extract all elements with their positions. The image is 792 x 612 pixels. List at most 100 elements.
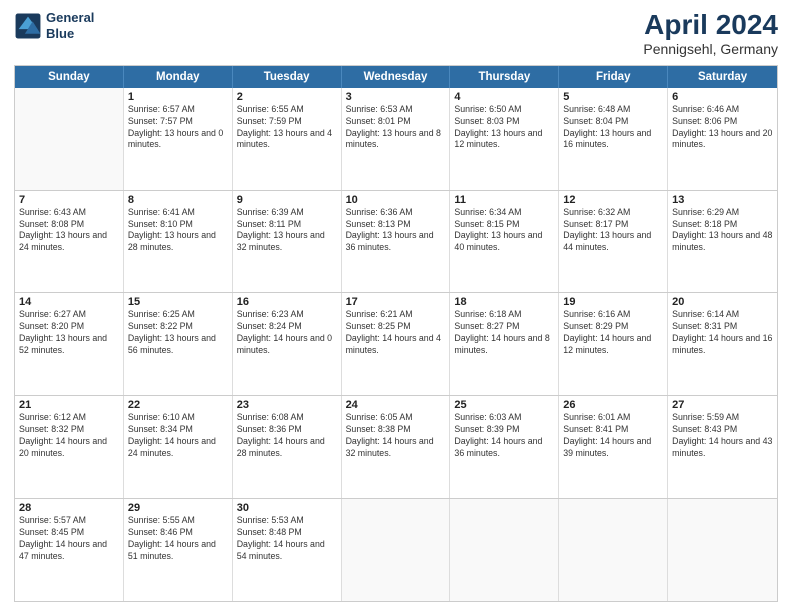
- day-number: 10: [346, 194, 446, 206]
- calendar-header: SundayMondayTuesdayWednesdayThursdayFrid…: [15, 66, 777, 88]
- calendar-cell: 23Sunrise: 6:08 AMSunset: 8:36 PMDayligh…: [233, 396, 342, 498]
- calendar-cell: 29Sunrise: 5:55 AMSunset: 8:46 PMDayligh…: [124, 499, 233, 601]
- logo-text: General Blue: [46, 10, 94, 41]
- day-number: 1: [128, 91, 228, 103]
- cell-info: Sunrise: 6:16 AMSunset: 8:29 PMDaylight:…: [563, 309, 663, 357]
- logo-line1: General: [46, 10, 94, 26]
- cell-info: Sunrise: 6:48 AMSunset: 8:04 PMDaylight:…: [563, 104, 663, 152]
- calendar-cell: 6Sunrise: 6:46 AMSunset: 8:06 PMDaylight…: [668, 88, 777, 190]
- day-number: 8: [128, 194, 228, 206]
- calendar-week-2: 7Sunrise: 6:43 AMSunset: 8:08 PMDaylight…: [15, 190, 777, 293]
- cell-info: Sunrise: 6:32 AMSunset: 8:17 PMDaylight:…: [563, 207, 663, 255]
- calendar-week-3: 14Sunrise: 6:27 AMSunset: 8:20 PMDayligh…: [15, 292, 777, 395]
- logo-icon: [14, 12, 42, 40]
- calendar-title: April 2024: [643, 10, 778, 41]
- day-number: 3: [346, 91, 446, 103]
- cell-info: Sunrise: 6:25 AMSunset: 8:22 PMDaylight:…: [128, 309, 228, 357]
- calendar-cell: [668, 499, 777, 601]
- cell-info: Sunrise: 6:41 AMSunset: 8:10 PMDaylight:…: [128, 207, 228, 255]
- cell-info: Sunrise: 6:39 AMSunset: 8:11 PMDaylight:…: [237, 207, 337, 255]
- day-number: 25: [454, 399, 554, 411]
- calendar-cell: 22Sunrise: 6:10 AMSunset: 8:34 PMDayligh…: [124, 396, 233, 498]
- cell-info: Sunrise: 5:53 AMSunset: 8:48 PMDaylight:…: [237, 515, 337, 563]
- logo: General Blue: [14, 10, 94, 41]
- day-number: 14: [19, 296, 119, 308]
- calendar-cell: 19Sunrise: 6:16 AMSunset: 8:29 PMDayligh…: [559, 293, 668, 395]
- day-number: 16: [237, 296, 337, 308]
- cell-info: Sunrise: 6:53 AMSunset: 8:01 PMDaylight:…: [346, 104, 446, 152]
- day-number: 11: [454, 194, 554, 206]
- calendar-week-4: 21Sunrise: 6:12 AMSunset: 8:32 PMDayligh…: [15, 395, 777, 498]
- cell-info: Sunrise: 5:55 AMSunset: 8:46 PMDaylight:…: [128, 515, 228, 563]
- calendar-subtitle: Pennigsehl, Germany: [643, 41, 778, 57]
- day-number: 24: [346, 399, 446, 411]
- calendar-cell: 4Sunrise: 6:50 AMSunset: 8:03 PMDaylight…: [450, 88, 559, 190]
- cell-info: Sunrise: 6:21 AMSunset: 8:25 PMDaylight:…: [346, 309, 446, 357]
- cell-info: Sunrise: 6:46 AMSunset: 8:06 PMDaylight:…: [672, 104, 773, 152]
- calendar-cell: 8Sunrise: 6:41 AMSunset: 8:10 PMDaylight…: [124, 191, 233, 293]
- cell-info: Sunrise: 6:10 AMSunset: 8:34 PMDaylight:…: [128, 412, 228, 460]
- day-header-wednesday: Wednesday: [342, 66, 451, 88]
- day-header-friday: Friday: [559, 66, 668, 88]
- calendar-cell: [450, 499, 559, 601]
- day-number: 27: [672, 399, 773, 411]
- cell-info: Sunrise: 6:34 AMSunset: 8:15 PMDaylight:…: [454, 207, 554, 255]
- day-number: 18: [454, 296, 554, 308]
- calendar-cell: 28Sunrise: 5:57 AMSunset: 8:45 PMDayligh…: [15, 499, 124, 601]
- calendar-cell: 13Sunrise: 6:29 AMSunset: 8:18 PMDayligh…: [668, 191, 777, 293]
- calendar-cell: 27Sunrise: 5:59 AMSunset: 8:43 PMDayligh…: [668, 396, 777, 498]
- cell-info: Sunrise: 6:08 AMSunset: 8:36 PMDaylight:…: [237, 412, 337, 460]
- day-number: 6: [672, 91, 773, 103]
- day-header-monday: Monday: [124, 66, 233, 88]
- cell-info: Sunrise: 6:14 AMSunset: 8:31 PMDaylight:…: [672, 309, 773, 357]
- day-number: 2: [237, 91, 337, 103]
- day-number: 4: [454, 91, 554, 103]
- logo-line2: Blue: [46, 26, 94, 42]
- calendar-cell: 15Sunrise: 6:25 AMSunset: 8:22 PMDayligh…: [124, 293, 233, 395]
- cell-info: Sunrise: 6:36 AMSunset: 8:13 PMDaylight:…: [346, 207, 446, 255]
- calendar-cell: [559, 499, 668, 601]
- calendar-cell: 11Sunrise: 6:34 AMSunset: 8:15 PMDayligh…: [450, 191, 559, 293]
- calendar-cell: 14Sunrise: 6:27 AMSunset: 8:20 PMDayligh…: [15, 293, 124, 395]
- day-header-thursday: Thursday: [450, 66, 559, 88]
- day-number: 7: [19, 194, 119, 206]
- day-number: 30: [237, 502, 337, 514]
- cell-info: Sunrise: 5:59 AMSunset: 8:43 PMDaylight:…: [672, 412, 773, 460]
- day-number: 20: [672, 296, 773, 308]
- calendar-cell: 2Sunrise: 6:55 AMSunset: 7:59 PMDaylight…: [233, 88, 342, 190]
- calendar-cell: 17Sunrise: 6:21 AMSunset: 8:25 PMDayligh…: [342, 293, 451, 395]
- calendar-cell: 7Sunrise: 6:43 AMSunset: 8:08 PMDaylight…: [15, 191, 124, 293]
- title-block: April 2024 Pennigsehl, Germany: [643, 10, 778, 57]
- cell-info: Sunrise: 6:05 AMSunset: 8:38 PMDaylight:…: [346, 412, 446, 460]
- calendar-cell: 12Sunrise: 6:32 AMSunset: 8:17 PMDayligh…: [559, 191, 668, 293]
- cell-info: Sunrise: 6:29 AMSunset: 8:18 PMDaylight:…: [672, 207, 773, 255]
- day-number: 21: [19, 399, 119, 411]
- calendar-cell: 1Sunrise: 6:57 AMSunset: 7:57 PMDaylight…: [124, 88, 233, 190]
- calendar-cell: 9Sunrise: 6:39 AMSunset: 8:11 PMDaylight…: [233, 191, 342, 293]
- day-header-tuesday: Tuesday: [233, 66, 342, 88]
- calendar-cell: 21Sunrise: 6:12 AMSunset: 8:32 PMDayligh…: [15, 396, 124, 498]
- calendar-week-5: 28Sunrise: 5:57 AMSunset: 8:45 PMDayligh…: [15, 498, 777, 601]
- cell-info: Sunrise: 6:27 AMSunset: 8:20 PMDaylight:…: [19, 309, 119, 357]
- cell-info: Sunrise: 6:43 AMSunset: 8:08 PMDaylight:…: [19, 207, 119, 255]
- calendar-cell: 3Sunrise: 6:53 AMSunset: 8:01 PMDaylight…: [342, 88, 451, 190]
- calendar-cell: 20Sunrise: 6:14 AMSunset: 8:31 PMDayligh…: [668, 293, 777, 395]
- calendar-cell: 18Sunrise: 6:18 AMSunset: 8:27 PMDayligh…: [450, 293, 559, 395]
- day-number: 22: [128, 399, 228, 411]
- cell-info: Sunrise: 6:01 AMSunset: 8:41 PMDaylight:…: [563, 412, 663, 460]
- calendar-cell: 26Sunrise: 6:01 AMSunset: 8:41 PMDayligh…: [559, 396, 668, 498]
- cell-info: Sunrise: 6:55 AMSunset: 7:59 PMDaylight:…: [237, 104, 337, 152]
- day-number: 23: [237, 399, 337, 411]
- day-number: 12: [563, 194, 663, 206]
- calendar-cell: 25Sunrise: 6:03 AMSunset: 8:39 PMDayligh…: [450, 396, 559, 498]
- cell-info: Sunrise: 5:57 AMSunset: 8:45 PMDaylight:…: [19, 515, 119, 563]
- day-number: 28: [19, 502, 119, 514]
- header: General Blue April 2024 Pennigsehl, Germ…: [14, 10, 778, 57]
- calendar: SundayMondayTuesdayWednesdayThursdayFrid…: [14, 65, 778, 602]
- cell-info: Sunrise: 6:12 AMSunset: 8:32 PMDaylight:…: [19, 412, 119, 460]
- day-number: 29: [128, 502, 228, 514]
- calendar-cell: 16Sunrise: 6:23 AMSunset: 8:24 PMDayligh…: [233, 293, 342, 395]
- page: General Blue April 2024 Pennigsehl, Germ…: [0, 0, 792, 612]
- calendar-body: 1Sunrise: 6:57 AMSunset: 7:57 PMDaylight…: [15, 88, 777, 601]
- day-number: 26: [563, 399, 663, 411]
